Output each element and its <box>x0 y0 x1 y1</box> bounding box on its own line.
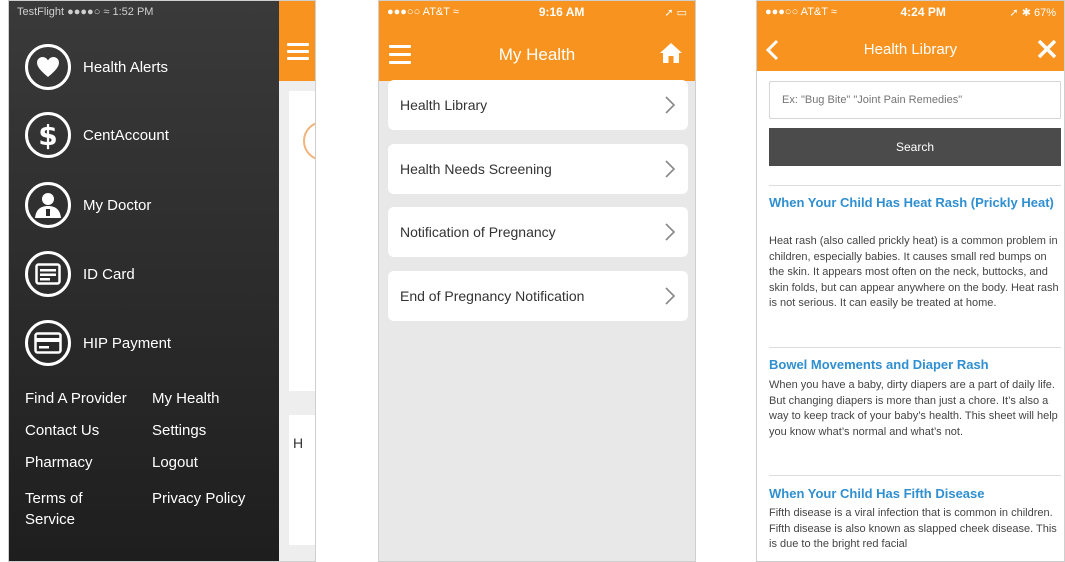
pharmacy-link[interactable]: Pharmacy <box>25 452 93 473</box>
status-bar: ●●●○○ AT&T ≈ 4:24 PM ➚ ✱ 67% <box>757 1 1064 23</box>
drawer-item-label: HIP Payment <box>83 334 172 352</box>
article-title[interactable]: When Your Child Has Heat Rash (Prickly H… <box>769 195 1059 211</box>
svg-text:$: $ <box>38 120 57 150</box>
nav-bar: ●●●○○ AT&T ≈ 4:24 PM ➚ ✱ 67% Health Libr… <box>757 1 1064 71</box>
nav-bar: ●●●○○ AT&T ≈ 9:16 AM ➚ ▭ My Health <box>379 1 695 81</box>
article-body: Heat rash (also called prickly heat) is … <box>769 235 1059 309</box>
status-text: TestFlight ●●●●○ ≈ 1:52 PM <box>17 6 154 18</box>
terms-link[interactable]: Terms of Service <box>25 488 115 530</box>
article-title[interactable]: When Your Child Has Fifth Disease <box>769 486 1059 502</box>
hamburger-icon[interactable] <box>287 43 309 64</box>
peek-text: H <box>293 435 304 451</box>
menu-row-label: End of Pregnancy Notification <box>400 288 585 304</box>
menu-row-end-of-pregnancy[interactable]: End of Pregnancy Notification <box>388 271 688 321</box>
close-icon[interactable] <box>1036 38 1058 65</box>
menu-row-label: Health Library <box>400 97 488 113</box>
drawer-item-centaccount[interactable]: $ CentAccount <box>25 111 169 159</box>
chevron-right-icon <box>665 160 676 178</box>
article-body: When you have a baby, dirty diapers are … <box>769 379 1058 438</box>
drawer-item-id-card[interactable]: ID Card <box>25 250 135 298</box>
credit-card-icon <box>25 320 71 366</box>
menu-row-health-library[interactable]: Health Library <box>388 80 688 130</box>
avatar <box>303 121 315 161</box>
find-provider-link[interactable]: Find A Provider <box>25 388 127 409</box>
phone-my-health-screen: ●●●○○ AT&T ≈ 9:16 AM ➚ ▭ My Health Healt… <box>378 0 696 562</box>
drawer-item-label: CentAccount <box>83 126 169 144</box>
logout-link[interactable]: Logout <box>152 452 198 473</box>
chevron-right-icon <box>665 96 676 114</box>
page-title: My Health <box>498 45 576 64</box>
status-bar: TestFlight ●●●●○ ≈ 1:52 PM <box>9 1 279 23</box>
status-carrier: ●●●○○ AT&T ≈ <box>765 6 837 18</box>
side-drawer: TestFlight ●●●●○ ≈ 1:52 PM Health Alerts… <box>9 1 279 561</box>
my-health-link[interactable]: My Health <box>152 388 220 409</box>
divider <box>769 347 1061 348</box>
privacy-policy-link[interactable]: Privacy Policy <box>152 488 245 509</box>
search-input[interactable] <box>769 81 1061 119</box>
menu-row-label: Notification of Pregnancy <box>400 224 556 240</box>
menu-row-health-needs-screening[interactable]: Health Needs Screening <box>388 144 688 194</box>
home-icon[interactable] <box>659 41 683 70</box>
status-battery: ➚ ✱ 67% <box>1009 6 1056 19</box>
status-bar: ●●●○○ AT&T ≈ 9:16 AM ➚ ▭ <box>379 1 695 23</box>
drawer-item-hip-payment[interactable]: HIP Payment <box>25 319 171 367</box>
status-time: 9:16 AM <box>538 5 585 19</box>
main-content-peek[interactable]: H <box>279 1 315 561</box>
divider <box>769 475 1061 476</box>
article-title[interactable]: Bowel Movements and Diaper Rash <box>769 357 1059 373</box>
page-title: Health Library <box>863 41 958 58</box>
menu-row-notification-of-pregnancy[interactable]: Notification of Pregnancy <box>388 207 688 257</box>
drawer-item-label: Health Alerts <box>83 58 169 76</box>
id-card-icon <box>25 251 71 297</box>
doctor-icon <box>25 182 71 228</box>
drawer-item-health-alerts[interactable]: Health Alerts <box>25 43 168 91</box>
phone-health-library-screen: ●●●○○ AT&T ≈ 4:24 PM ➚ ✱ 67% Health Libr… <box>756 0 1065 562</box>
drawer-item-my-doctor[interactable]: My Doctor <box>25 181 151 229</box>
peek-card <box>289 91 315 391</box>
article-body: Fifth disease is a viral infection that … <box>769 507 1057 550</box>
search-button[interactable]: Search <box>769 128 1061 166</box>
settings-link[interactable]: Settings <box>152 420 206 441</box>
divider <box>769 185 1061 186</box>
chevron-right-icon <box>665 223 676 241</box>
peek-card-2: H <box>289 415 315 545</box>
peek-header <box>279 1 315 81</box>
phone-drawer-screen: H TestFlight ●●●●○ ≈ 1:52 PM Health Aler… <box>8 0 316 562</box>
dollar-icon: $ <box>25 112 71 158</box>
contact-us-link[interactable]: Contact Us <box>25 420 99 441</box>
chevron-right-icon <box>665 287 676 305</box>
drawer-item-label: My Doctor <box>83 196 152 214</box>
status-time: 4:24 PM <box>900 5 946 19</box>
heart-icon <box>25 44 71 90</box>
status-battery: ➚ ▭ <box>664 6 687 19</box>
menu-row-label: Health Needs Screening <box>400 161 552 177</box>
status-carrier: ●●●○○ AT&T ≈ <box>387 6 459 18</box>
screenshot-stage: H TestFlight ●●●●○ ≈ 1:52 PM Health Aler… <box>0 0 1065 562</box>
drawer-item-label: ID Card <box>83 265 135 283</box>
